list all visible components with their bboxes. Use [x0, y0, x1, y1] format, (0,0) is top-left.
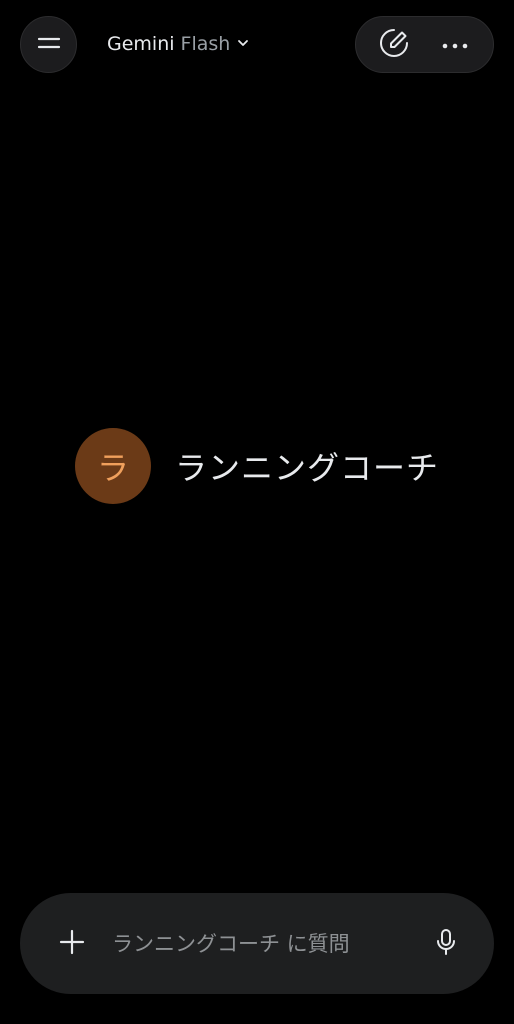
model-picker[interactable]: Gemini Flash	[107, 29, 250, 59]
model-name: Gemini	[107, 33, 175, 55]
gem-avatar-letter: ラ	[96, 449, 129, 487]
gem-chat-screen: Gemini Flash ラ ランニングコーチ ランニングコーチ に質問	[0, 0, 514, 1024]
menu-button[interactable]	[20, 16, 77, 73]
add-attachment-button[interactable]	[50, 922, 94, 966]
more-horizontal-icon	[441, 35, 469, 54]
voice-input-button[interactable]	[424, 922, 468, 966]
new-chat-button[interactable]	[371, 22, 417, 68]
edit-chat-icon	[377, 26, 411, 64]
plus-icon	[58, 928, 86, 960]
chevron-down-icon	[236, 35, 250, 54]
gem-identity: ラ ランニングコーチ	[75, 428, 439, 504]
top-actions-group	[355, 16, 494, 73]
gem-avatar: ラ	[75, 428, 151, 504]
menu-icon	[37, 35, 61, 55]
microphone-icon	[435, 928, 457, 960]
model-variant: Flash	[180, 33, 231, 55]
prompt-composer	[20, 893, 494, 994]
more-options-button[interactable]	[432, 22, 478, 68]
prompt-input[interactable]	[112, 923, 424, 964]
gem-name: ランニングコーチ	[175, 449, 440, 487]
